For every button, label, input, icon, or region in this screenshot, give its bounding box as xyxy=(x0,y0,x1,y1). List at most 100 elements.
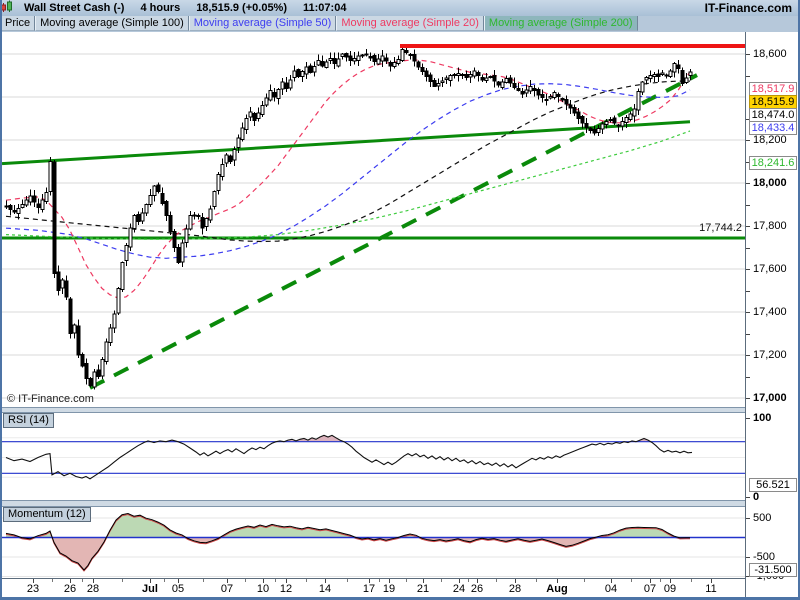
time-axis-tick xyxy=(325,579,326,583)
time-axis-label: Jul xyxy=(142,583,158,595)
time-axis-minor-tick xyxy=(468,579,469,582)
time-axis-tick xyxy=(286,579,287,583)
price-label-badge: 18,515.9 xyxy=(749,95,797,109)
time-axis-tick xyxy=(93,579,94,583)
time-axis-minor-tick xyxy=(82,579,83,582)
candlestick-icon xyxy=(1,0,19,15)
title-bar: Wall Street Cash (-) 4 hours 18,515.9 (+… xyxy=(0,0,800,17)
price-axis-label: 17,400 xyxy=(753,306,787,318)
time-axis-minor-tick xyxy=(379,579,380,582)
tab-moving-average-simple-20[interactable]: Moving average (Simple 20) xyxy=(336,16,484,31)
price-label-badge: 18,241.6 xyxy=(749,156,797,170)
axis-tick xyxy=(746,355,750,356)
time-axis-label: 07 xyxy=(643,583,657,595)
axis-minor-tick xyxy=(746,248,750,249)
time-axis-minor-tick xyxy=(275,579,276,582)
rsi-value-badge: 56.521 xyxy=(749,478,797,492)
axis-minor-tick xyxy=(746,205,750,206)
axis-minor-tick xyxy=(746,76,750,77)
time-axis-tick xyxy=(515,579,516,583)
price-axis-label: 18,600 xyxy=(753,48,787,60)
momentum-chart-panel[interactable]: Momentum (12) xyxy=(2,507,745,578)
time-axis-label: 26 xyxy=(470,583,484,595)
time-axis-label: 14 xyxy=(318,583,332,595)
rsi-panel-tab[interactable]: RSI (14) xyxy=(3,413,54,428)
indicator-tab-bar: Price Moving average (Simple 100) Moving a… xyxy=(0,16,800,33)
rsi-axis-label: 100 xyxy=(753,412,772,424)
time-axis-label: 17 xyxy=(362,583,376,595)
time-axis-label: 24 xyxy=(452,583,466,595)
axis-tick xyxy=(746,518,750,519)
time-axis-tick xyxy=(557,579,558,583)
time-axis-label: 28 xyxy=(86,583,100,595)
time-axis-label: 21 xyxy=(416,583,430,595)
panel-splitter[interactable] xyxy=(2,500,745,507)
tab-moving-average-simple-100[interactable]: Moving average (Simple 100) xyxy=(35,16,189,31)
price-label-badge: 18,517.9 xyxy=(749,82,797,96)
time-axis-label: 12 xyxy=(279,583,293,595)
axis-tick xyxy=(746,557,750,558)
time-axis-minor-tick xyxy=(52,579,53,582)
price-axis[interactable]: 18,600 18,200 18,000 17,800 17,600 17,400 17,2… xyxy=(745,32,799,597)
time-axis-minor-tick xyxy=(660,579,661,582)
time-axis-minor-tick xyxy=(631,579,632,582)
time-axis-label: 28 xyxy=(508,583,522,595)
time-axis-minor-tick xyxy=(122,579,123,582)
time-axis-minor-tick xyxy=(203,579,204,582)
time-axis-minor-tick xyxy=(536,579,537,582)
time-axis-tick xyxy=(670,579,671,583)
chart-window: { "title_bar": { "instrument": "Wall Str… xyxy=(0,0,800,600)
axis-tick xyxy=(746,398,750,399)
candlesticks xyxy=(4,44,693,390)
time-axis-tick xyxy=(477,579,478,583)
time-axis-minor-tick xyxy=(347,579,348,582)
axis-tick xyxy=(746,183,750,184)
price-axis-label: 18,000 xyxy=(753,177,787,189)
window-border xyxy=(0,0,2,600)
time-axis-label: Aug xyxy=(546,583,568,595)
time-axis-tick xyxy=(423,579,424,583)
time-axis-tick xyxy=(33,579,34,583)
momentum-axis-label: 500 xyxy=(753,512,772,524)
time-axis-tick xyxy=(459,579,460,583)
time-axis-tick xyxy=(150,579,151,583)
time-axis-tick xyxy=(227,579,228,583)
axis-tick xyxy=(746,497,750,498)
brand-logo: IT-Finance.com xyxy=(704,1,792,15)
time-axis-minor-tick xyxy=(306,579,307,582)
rsi-chart-panel[interactable]: RSI (14) xyxy=(2,413,745,500)
axis-tick xyxy=(746,140,750,141)
ma-line-sma-50 xyxy=(5,83,691,259)
time-axis-label: 04 xyxy=(604,583,618,595)
ma-line-sma-100 xyxy=(5,80,690,243)
time-axis-label: 05 xyxy=(171,583,185,595)
copyright-watermark: © IT-Finance.com xyxy=(7,393,94,405)
timeframe: 4 hours xyxy=(140,2,181,14)
price-label-badge: 18,474.0 xyxy=(749,108,797,122)
time-axis-tick xyxy=(611,579,612,583)
time-axis-label: 07 xyxy=(220,583,234,595)
time-axis-label: 19 xyxy=(382,583,396,595)
time-axis-tick xyxy=(369,579,370,583)
axis-minor-tick xyxy=(746,291,750,292)
quote-time: 11:07:04 xyxy=(303,2,347,14)
instrument-name: Wall Street Cash (-) xyxy=(24,2,125,14)
tab-moving-average-simple-50[interactable]: Moving average (Simple 50) xyxy=(188,16,337,31)
time-axis-tick xyxy=(70,579,71,583)
price-axis-label: 17,600 xyxy=(753,263,787,275)
momentum-panel-tab[interactable]: Momentum (12) xyxy=(3,507,91,522)
price-axis-label: 17,200 xyxy=(753,349,787,361)
axis-tick xyxy=(746,269,750,270)
time-axis-label: 23 xyxy=(26,583,40,595)
tab-moving-average-simple-200[interactable]: Moving average (Simple 200) xyxy=(483,16,638,31)
ma-line-sma-20 xyxy=(5,59,691,299)
time-axis-minor-tick xyxy=(691,579,692,582)
time-axis[interactable]: 23 26 28 Jul 05 07 10 12 14 17 19 21 24 26 28 Aug 04 07 09… xyxy=(0,578,745,598)
axis-tick xyxy=(746,226,750,227)
price-chart-panel[interactable]: 17,744.2 © IT-Finance.com xyxy=(2,32,745,407)
price-axis-label: 17,000 xyxy=(753,392,787,404)
tab-price[interactable]: Price xyxy=(0,16,36,31)
time-axis-tick xyxy=(711,579,712,583)
time-axis-minor-tick xyxy=(406,579,407,582)
time-axis-label: 10 xyxy=(256,583,270,595)
